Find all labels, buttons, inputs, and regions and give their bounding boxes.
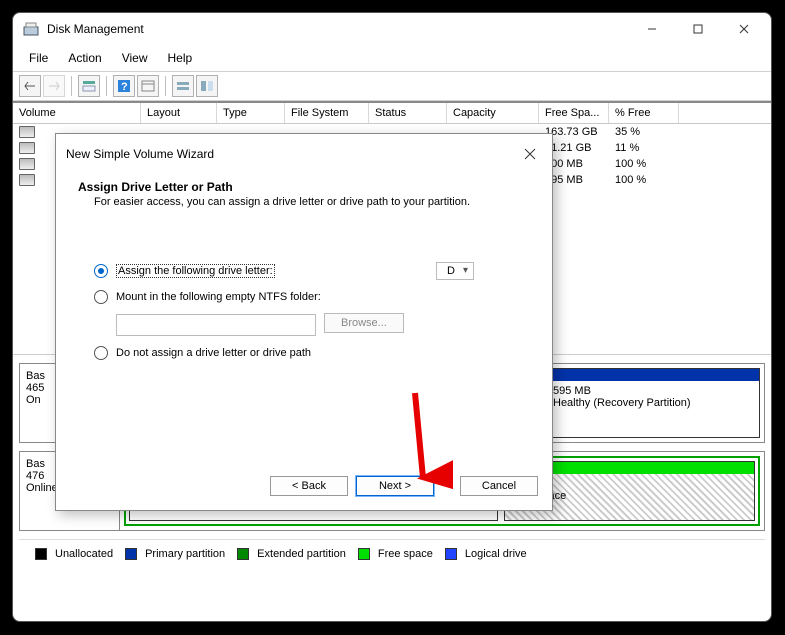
dialog-close-button[interactable] [518,142,542,166]
radio-mount-folder-label[interactable]: Mount in the following empty NTFS folder… [116,291,321,303]
minimize-button[interactable] [629,13,675,45]
menu-help[interactable]: Help [158,47,203,69]
radio-mount-folder[interactable] [94,290,108,304]
drive-letter-select[interactable]: D [436,262,474,280]
swatch-free-icon [358,548,370,560]
dialog-heading: Assign Drive Letter or Path [78,180,530,194]
swatch-extended-icon [237,548,249,560]
close-button[interactable] [721,13,767,45]
drive-icon [19,126,35,138]
radio-no-assign-label[interactable]: Do not assign a drive letter or drive pa… [116,347,311,359]
partition-recovery[interactable]: 595 MB Healthy (Recovery Partition) [546,368,760,438]
partition-size: 595 MB [553,385,753,397]
col-free-space[interactable]: Free Spa... [539,103,609,123]
next-button[interactable]: Next > [356,476,434,496]
svg-text:?: ? [121,81,128,93]
maximize-button[interactable] [675,13,721,45]
col-filesystem[interactable]: File System [285,103,369,123]
swatch-logical-icon [445,548,457,560]
col-pct-free[interactable]: % Free [609,103,679,123]
browse-button[interactable]: Browse... [324,313,404,333]
menu-action[interactable]: Action [58,47,111,69]
back-button[interactable]: < Back [270,476,348,496]
app-icon [23,21,39,37]
col-status[interactable]: Status [369,103,447,123]
radio-no-assign[interactable] [94,346,108,360]
menu-file[interactable]: File [19,47,58,69]
col-layout[interactable]: Layout [141,103,217,123]
dialog-title: New Simple Volume Wizard [66,147,518,161]
detail-view-button[interactable] [196,75,218,97]
nav-forward-button[interactable] [43,75,65,97]
list-view-button[interactable] [172,75,194,97]
dialog-subheading: For easier access, you can assign a driv… [78,196,530,208]
drive-icon [19,158,35,170]
radio-assign-letter-label[interactable]: Assign the following drive letter: [116,264,275,278]
radio-assign-letter[interactable] [94,264,108,278]
partition-desc: Healthy (Recovery Partition) [553,397,753,409]
drive-icon [19,174,35,186]
swatch-primary-icon [125,548,137,560]
refresh-button[interactable] [137,75,159,97]
nav-back-button[interactable] [19,75,41,97]
window-title: Disk Management [47,22,629,36]
col-volume[interactable]: Volume [13,103,141,123]
legend: Unallocated Primary partition Extended p… [19,539,765,568]
menu-view[interactable]: View [112,47,158,69]
title-bar: Disk Management [13,13,771,45]
app-window: Disk Management File Action View Help ? … [12,12,772,622]
toolbar-view-icon[interactable] [78,75,100,97]
col-capacity[interactable]: Capacity [447,103,539,123]
mount-path-input[interactable] [116,314,316,336]
column-headers[interactable]: Volume Layout Type File System Status Ca… [13,103,771,124]
cancel-button[interactable]: Cancel [460,476,538,496]
toolbar: ? [13,72,771,101]
new-simple-volume-wizard-dialog: New Simple Volume Wizard Assign Drive Le… [55,133,553,511]
drive-icon [19,142,35,154]
col-type[interactable]: Type [217,103,285,123]
swatch-unallocated-icon [35,548,47,560]
menu-bar: File Action View Help [13,45,771,72]
help-button[interactable]: ? [113,75,135,97]
